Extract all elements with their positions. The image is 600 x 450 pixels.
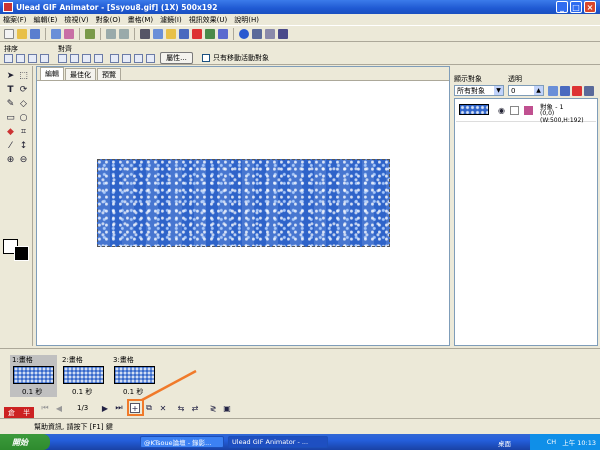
system-tray: CH 上午 10:13: [530, 434, 600, 450]
taskbar: 開始 @KTsoue論壇 - 錄影... Ulead GIF Animator …: [0, 434, 600, 450]
annotation-overlay: [141, 369, 197, 402]
app-window: Ulead GIF Animator - [Ssyou8.gif] (1X) 5…: [0, 0, 600, 434]
annotation-highlight: [127, 399, 144, 416]
clock: 上午 10:13: [562, 439, 596, 447]
task-label: Ulead GIF Animator - ...: [232, 438, 309, 446]
ime-width: 半: [23, 409, 30, 417]
start-button[interactable]: 開始: [0, 434, 50, 450]
status-bar: 幫助資訊, 請按下 [F1] 鍵: [0, 418, 600, 434]
taskbar-item-browser[interactable]: @KTsoue論壇 - 錄影...: [140, 436, 224, 448]
ime-mode: 倉: [8, 409, 15, 417]
taskbar-item-gif-animator[interactable]: Ulead GIF Animator - ...: [228, 436, 328, 448]
desktop-toolbar-label[interactable]: 桌面: [498, 438, 511, 448]
task-label: @KTsoue論壇 - 錄影...: [144, 439, 212, 447]
status-text: 幫助資訊, 請按下 [F1] 鍵: [34, 422, 113, 431]
language-indicator[interactable]: CH: [547, 438, 556, 446]
annotation-arrow: [141, 369, 197, 402]
